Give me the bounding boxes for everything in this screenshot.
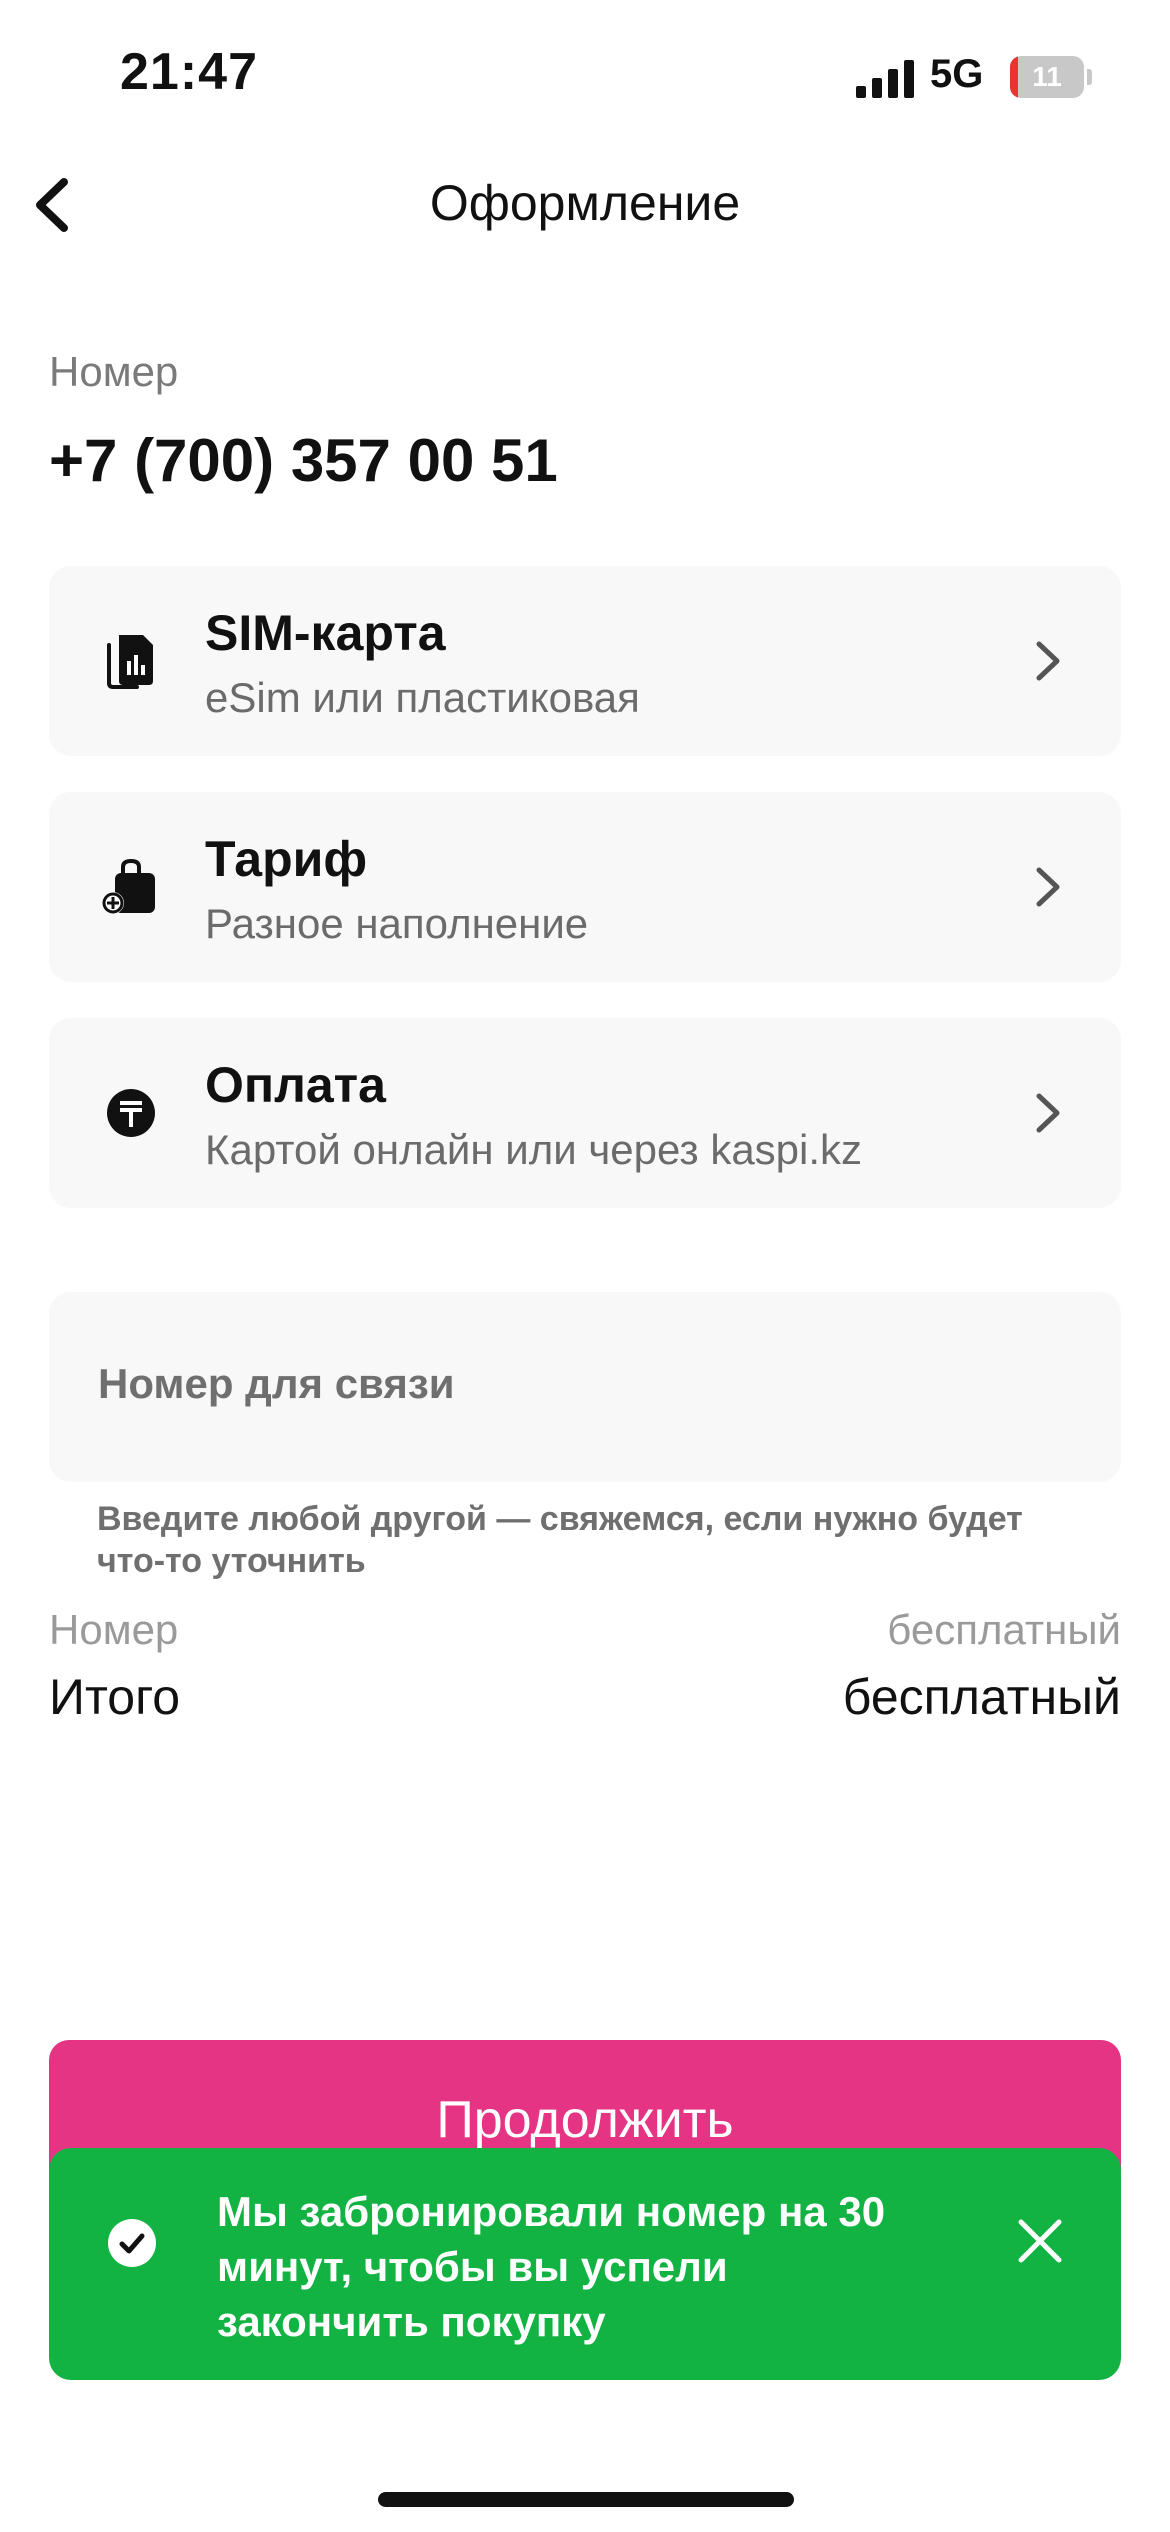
- tenge-icon: [107, 1089, 155, 1137]
- close-icon[interactable]: [1011, 2212, 1069, 2270]
- card-title: Тариф: [205, 831, 368, 887]
- sim-card-icon: [107, 635, 153, 689]
- nav-header: Оформление: [0, 160, 1170, 250]
- contact-hint: Введите любой другой — свяжемся, если ну…: [97, 1500, 1023, 1580]
- contact-phone-input[interactable]: Номер для связи: [49, 1292, 1121, 1482]
- signal-icon: [856, 60, 914, 98]
- tariff-bag-icon: [102, 858, 155, 914]
- total-value: бесплатный: [842, 1669, 1121, 1725]
- summary-row-total: Итого бесплатный: [49, 1668, 1121, 1728]
- status-time: 21:47: [120, 43, 258, 101]
- chevron-right-icon: [1036, 1093, 1060, 1133]
- check-circle-icon: [108, 2219, 156, 2267]
- toast-message: Мы забронировали номер на 30 минут, чтоб…: [217, 2188, 886, 2345]
- phone-number-value: +7 (700) 357 00 51: [49, 427, 558, 494]
- network-label: 5G: [930, 52, 984, 96]
- card-title: SIM-карта: [205, 605, 446, 661]
- checkout-screen: 21:47 5G 11 Оформление Номер +7 (700) 35…: [0, 0, 1170, 2532]
- tariff-option[interactable]: Тариф Разное наполнение: [49, 792, 1121, 982]
- total-label: Итого: [49, 1669, 181, 1725]
- summary-label: Номер: [49, 1606, 179, 1653]
- summary-row-number: Номер бесплатный: [49, 1606, 1121, 1666]
- card-title: Оплата: [205, 1057, 386, 1113]
- payment-option[interactable]: Оплата Картой онлайн или через kaspi.kz: [49, 1018, 1121, 1208]
- chevron-right-icon: [1036, 867, 1060, 907]
- home-indicator: [378, 2492, 794, 2507]
- reservation-toast: Мы забронировали номер на 30 минут, чтоб…: [49, 2148, 1121, 2380]
- summary-value: бесплатный: [887, 1606, 1121, 1653]
- card-subtitle: Картой онлайн или через kaspi.kz: [205, 1126, 863, 1173]
- contact-input-placeholder: Номер для связи: [98, 1360, 455, 1407]
- card-subtitle: eSim или пластиковая: [205, 674, 640, 721]
- status-bar: 21:47 5G 11: [0, 0, 1170, 150]
- card-subtitle: Разное наполнение: [205, 900, 589, 947]
- battery-level-text: 11: [1032, 61, 1062, 92]
- chevron-right-icon: [1036, 641, 1060, 681]
- number-label: Номер: [49, 348, 179, 395]
- page-title: Оформление: [429, 175, 741, 231]
- sim-card-option[interactable]: SIM-карта eSim или пластиковая: [49, 566, 1121, 756]
- battery-icon: 11: [1010, 56, 1092, 98]
